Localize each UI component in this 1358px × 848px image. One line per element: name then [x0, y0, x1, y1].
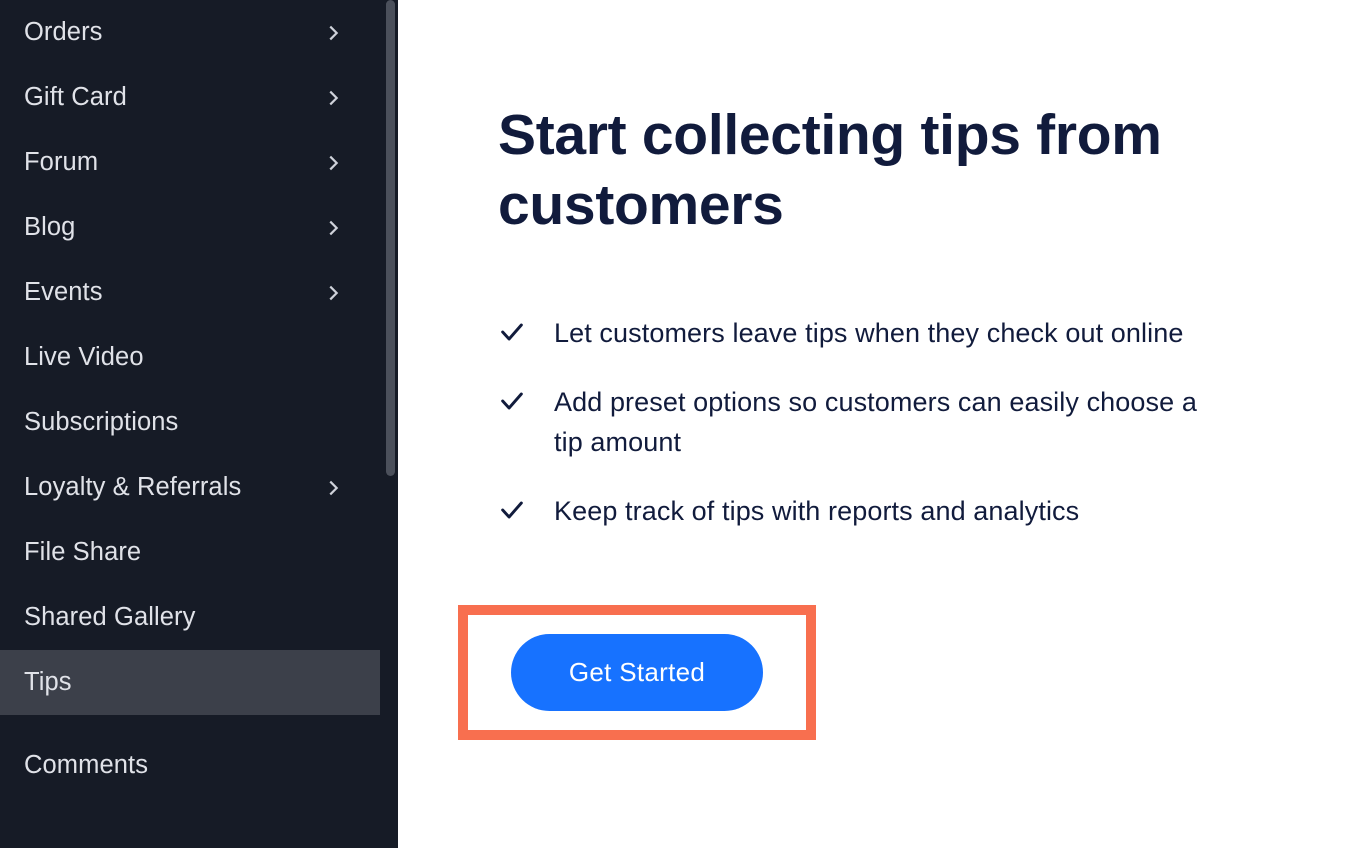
sidebar-divider [0, 715, 380, 733]
get-started-button[interactable]: Get Started [511, 634, 763, 711]
chevron-right-icon [322, 477, 344, 499]
sidebar-item-gift-card[interactable]: Gift Card [0, 65, 380, 130]
check-icon [498, 318, 526, 346]
list-item: Add preset options so customers can easi… [498, 383, 1218, 461]
sidebar-item-label: Loyalty & Referrals [24, 473, 241, 502]
sidebar-item-label: Events [24, 278, 103, 307]
sidebar-item-orders[interactable]: Orders [0, 0, 380, 65]
check-icon [498, 496, 526, 524]
sidebar-scroll: Orders Gift Card Forum Blog [0, 0, 380, 848]
chevron-right-icon [322, 152, 344, 174]
sidebar-item-label: Gift Card [24, 83, 127, 112]
sidebar-item-label: File Share [24, 538, 141, 567]
main-content: Start collecting tips from customers Let… [398, 0, 1358, 848]
sidebar-item-comments[interactable]: Comments [0, 733, 380, 798]
chevron-right-icon [322, 22, 344, 44]
sidebar-item-subscriptions[interactable]: Subscriptions [0, 390, 380, 455]
sidebar-item-shared-gallery[interactable]: Shared Gallery [0, 585, 380, 650]
chevron-right-icon [322, 282, 344, 304]
sidebar-item-live-video[interactable]: Live Video [0, 325, 380, 390]
list-item: Let customers leave tips when they check… [498, 314, 1218, 353]
sidebar-item-label: Blog [24, 213, 75, 242]
sidebar-item-blog[interactable]: Blog [0, 195, 380, 260]
sidebar-item-label: Live Video [24, 343, 144, 372]
sidebar-item-file-share[interactable]: File Share [0, 520, 380, 585]
sidebar-item-label: Shared Gallery [24, 603, 195, 632]
sidebar: Orders Gift Card Forum Blog [0, 0, 398, 848]
list-item-text: Let customers leave tips when they check… [554, 314, 1183, 353]
sidebar-item-label: Comments [24, 751, 148, 780]
chevron-right-icon [322, 217, 344, 239]
chevron-right-icon [322, 87, 344, 109]
list-item-text: Add preset options so customers can easi… [554, 383, 1218, 461]
app-root: Orders Gift Card Forum Blog [0, 0, 1358, 848]
check-icon [498, 387, 526, 415]
sidebar-item-label: Orders [24, 18, 103, 47]
sidebar-item-label: Subscriptions [24, 408, 178, 437]
sidebar-item-tips[interactable]: Tips [0, 650, 380, 715]
sidebar-item-forum[interactable]: Forum [0, 130, 380, 195]
scrollbar-thumb[interactable] [386, 0, 395, 476]
page-title: Start collecting tips from customers [498, 100, 1278, 240]
cta-highlight-box: Get Started [458, 605, 816, 740]
feature-list: Let customers leave tips when they check… [498, 314, 1218, 531]
list-item: Keep track of tips with reports and anal… [498, 492, 1218, 531]
sidebar-item-loyalty-referrals[interactable]: Loyalty & Referrals [0, 455, 380, 520]
sidebar-item-label: Tips [24, 668, 72, 697]
sidebar-item-events[interactable]: Events [0, 260, 380, 325]
sidebar-item-label: Forum [24, 148, 98, 177]
list-item-text: Keep track of tips with reports and anal… [554, 492, 1079, 531]
